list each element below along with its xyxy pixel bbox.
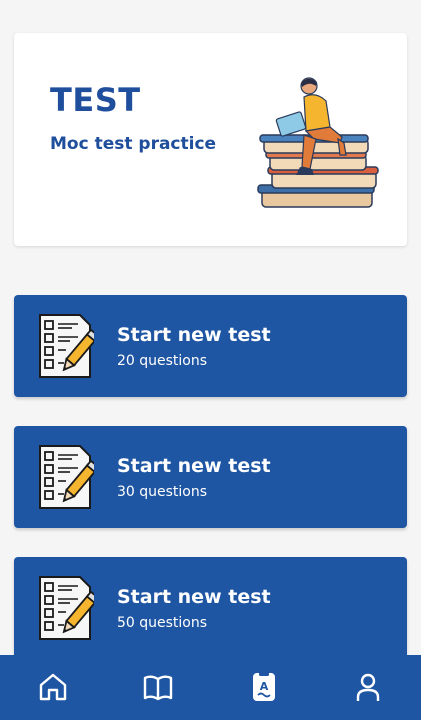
svg-text:A: A — [260, 680, 269, 693]
nav-home[interactable] — [37, 671, 69, 703]
page-subtitle: Moc test practice — [50, 134, 217, 154]
book-icon — [143, 675, 173, 701]
test-sheet-pencil-icon — [39, 576, 94, 640]
home-icon — [39, 673, 67, 701]
nav-profile[interactable] — [352, 671, 384, 703]
start-test-50-card[interactable]: Start new test 50 questions — [14, 557, 407, 659]
start-test-20-card[interactable]: Start new test 20 questions — [14, 295, 407, 397]
nav-test[interactable]: A — [248, 671, 280, 703]
quiz-icon: A — [253, 672, 275, 701]
profile-icon — [356, 673, 380, 701]
card-title: Start new test — [117, 586, 271, 608]
nav-learn[interactable] — [142, 671, 174, 703]
hero-card: TEST Moc test practice — [14, 33, 407, 246]
start-test-30-card[interactable]: Start new test 30 questions — [14, 426, 407, 528]
page-title: TEST — [50, 81, 141, 119]
person-reading-on-books-illustration — [257, 77, 379, 208]
card-question-count: 20 questions — [117, 353, 208, 369]
card-title: Start new test — [117, 324, 271, 346]
card-question-count: 30 questions — [117, 484, 208, 500]
card-title: Start new test — [117, 455, 271, 477]
bottom-navigation: A — [0, 655, 421, 720]
test-sheet-pencil-icon — [39, 445, 94, 509]
test-sheet-pencil-icon — [39, 314, 94, 378]
card-question-count: 50 questions — [117, 615, 208, 631]
